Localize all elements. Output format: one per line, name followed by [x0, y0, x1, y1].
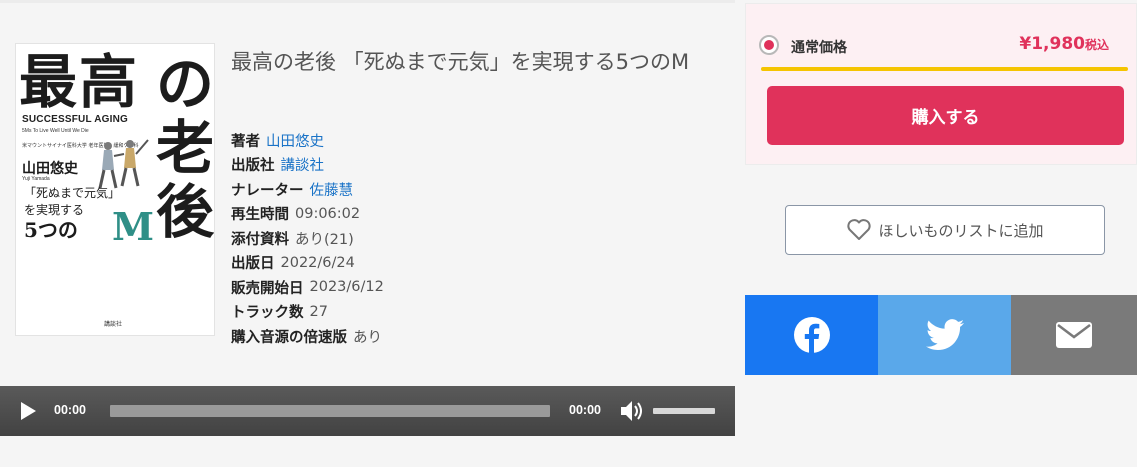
purchase-panel: 通常価格 ¥1,980税込 購入する ほしいものリストに追加 [745, 0, 1137, 467]
current-time: 00:00 [54, 403, 86, 417]
price-label: 通常価格 [791, 40, 847, 56]
duration-label: 再生時間 [231, 207, 289, 224]
share-mail-button[interactable] [1011, 295, 1137, 375]
publisher-link[interactable]: 講談社 [281, 154, 325, 175]
pubdate-value: 2022/6/24 [280, 254, 355, 271]
progress-bar[interactable] [110, 405, 550, 417]
wishlist-label: ほしいものリストに追加 [878, 221, 1044, 240]
tax-label: 税込 [1084, 38, 1109, 52]
tracks-label: トラック数 [231, 305, 304, 322]
speed-label: 購入音源の倍速版 [231, 329, 347, 346]
meta-row-duration: 再生時間 09:06:02 [231, 202, 384, 227]
narrator-link[interactable]: 佐藤慧 [310, 179, 354, 200]
book-cover: 最高 の老後 SUCCESSFUL AGING 5Ms To Live Well… [15, 43, 215, 336]
volume-icon[interactable] [620, 400, 644, 422]
price-radio[interactable] [759, 35, 779, 55]
cover-subtitle-1: 「死ぬまで元気」 [24, 186, 121, 200]
tracks-value: 27 [309, 303, 328, 320]
top-divider [0, 0, 735, 3]
publisher-label: 出版社 [231, 158, 275, 175]
attachments-value: あり(21) [295, 231, 354, 248]
meta-row-speed: 購入音源の倍速版 あり [231, 324, 384, 349]
author-label: 著者 [231, 133, 260, 150]
cover-subtitle-3: 5つの [24, 218, 78, 242]
attachments-label: 添付資料 [231, 231, 289, 248]
meta-row-attachments: 添付資料 あり(21) [231, 226, 384, 251]
price-value: ¥1,980 [1019, 34, 1085, 54]
author-link[interactable]: 山田悠史 [266, 130, 324, 151]
cover-author-en: Yuji Yamada [22, 176, 50, 182]
meta-row-saledate: 販売開始日 2023/6/12 [231, 275, 384, 300]
volume-slider[interactable] [653, 408, 715, 414]
share-twitter-button[interactable] [878, 295, 1011, 375]
cover-m-letter: M [112, 204, 155, 249]
radio-selected-dot [764, 40, 774, 50]
cover-author: 山田悠史 [22, 161, 78, 177]
heart-icon [847, 219, 872, 240]
meta-row-publisher: 出版社 講談社 [231, 153, 384, 178]
narrator-label: ナレーター [231, 182, 304, 199]
buy-button[interactable]: 購入する [767, 86, 1124, 145]
saledate-value: 2023/6/12 [309, 279, 384, 296]
price-amount: ¥1,980税込 [1019, 34, 1109, 54]
share-facebook-button[interactable] [745, 295, 878, 375]
meta-row-narrator: ナレーター 佐藤慧 [231, 177, 384, 202]
book-meta: 著者 山田悠史 出版社 講談社 ナレーター 佐藤慧 再生時間 09:06:02 … [231, 128, 384, 349]
twitter-icon [925, 319, 964, 351]
play-icon[interactable] [18, 401, 38, 421]
duration-value: 09:06:02 [295, 205, 361, 222]
price-underline [761, 67, 1128, 71]
pubdate-label: 出版日 [231, 256, 275, 273]
meta-row-author: 著者 山田悠史 [231, 128, 384, 153]
meta-row-pubdate: 出版日 2022/6/24 [231, 251, 384, 276]
cover-title-top: 最高 [19, 48, 140, 116]
meta-row-tracks: トラック数 27 [231, 300, 384, 325]
mail-icon [1056, 322, 1092, 348]
duration-time: 00:00 [569, 403, 601, 417]
wishlist-button[interactable]: ほしいものリストに追加 [785, 205, 1105, 255]
cover-publisher: 講談社 [104, 321, 123, 328]
book-title: 最高の老後 「死ぬまで元気」を実現する5つのM [231, 50, 690, 74]
cover-title-right: の老後 [156, 50, 215, 246]
audio-player: 00:00 00:00 [0, 386, 735, 436]
cover-english-title: SUCCESSFUL AGING [22, 114, 128, 125]
price-box: 通常価格 ¥1,980税込 購入する [745, 3, 1137, 165]
speed-value: あり [353, 329, 382, 346]
cover-english-subtitle: 5Ms To Live Well Until We Die [22, 128, 89, 134]
product-main: 最高 の老後 SUCCESSFUL AGING 5Ms To Live Well… [0, 0, 735, 467]
saledate-label: 販売開始日 [231, 280, 304, 297]
facebook-icon [793, 317, 830, 353]
